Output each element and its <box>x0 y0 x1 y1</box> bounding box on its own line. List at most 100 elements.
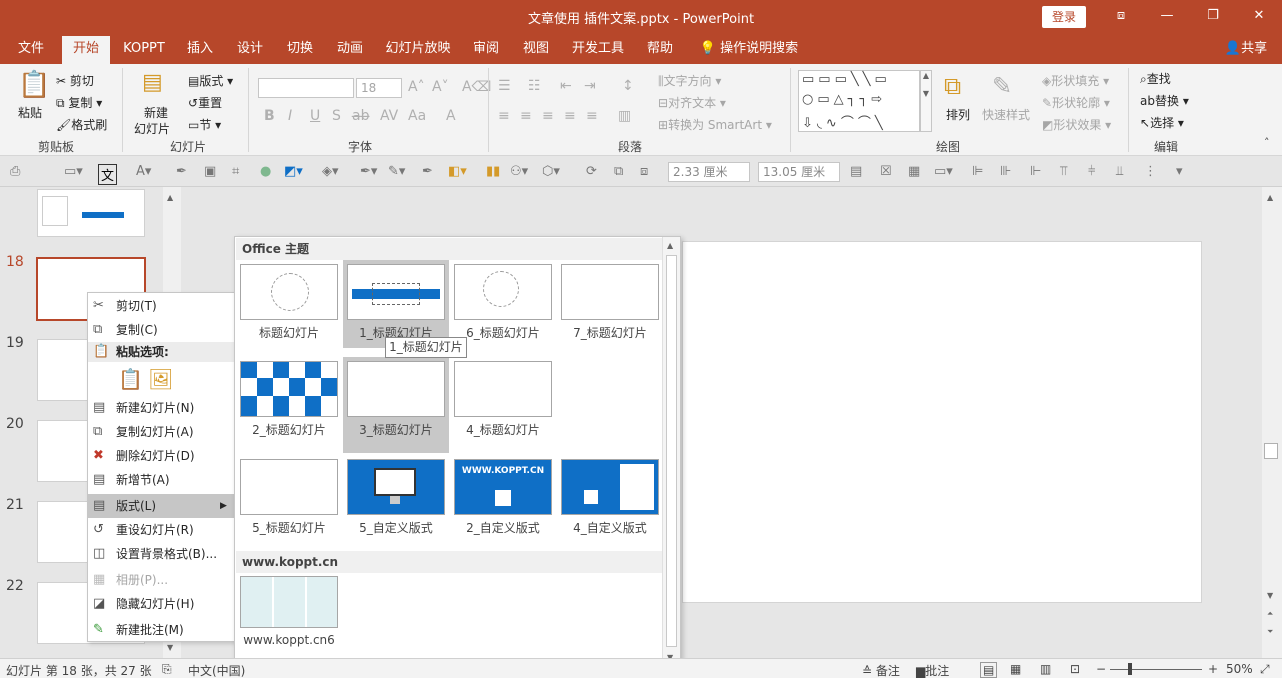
delete-box-icon[interactable]: ☒ <box>880 164 892 179</box>
tab-review[interactable]: 审阅 <box>464 34 508 64</box>
align-middle-icon[interactable]: ⫩ <box>1088 164 1095 179</box>
next-slide-icon[interactable]: ⏷ <box>1267 627 1273 637</box>
group-icon[interactable]: ⚇▾ <box>510 164 528 179</box>
shape-fill-button[interactable]: ◈形状填充 ▾ <box>1042 72 1109 89</box>
rotate-icon[interactable]: ⟳ <box>586 164 597 179</box>
tab-view[interactable]: 视图 <box>514 34 558 64</box>
scroll-down-icon[interactable]: ▼ <box>167 643 173 652</box>
align-bottom-icon[interactable]: ⫫ <box>1116 164 1123 179</box>
bullets-icon[interactable]: ☰ <box>498 78 511 94</box>
layout-7-title-slide[interactable]: 7_标题幻灯片 <box>557 260 663 348</box>
align-right-icon[interactable]: ≡ <box>542 108 554 124</box>
tab-design[interactable]: 设计 <box>228 34 272 64</box>
highlight-icon[interactable]: ✎▾ <box>388 164 405 179</box>
section-button[interactable]: ▭节 ▾ <box>188 116 221 133</box>
restore-icon[interactable]: ❐ <box>1190 0 1236 34</box>
reading-view-icon[interactable]: ▥ <box>1040 662 1051 676</box>
paint-bucket-icon[interactable]: ◈▾ <box>322 164 339 179</box>
clear-format-icon[interactable]: A⌫ <box>462 79 491 95</box>
menu-item-delete-slide[interactable]: ✖ 删除幻灯片(D) <box>88 444 238 468</box>
normal-view-icon[interactable]: ▤ <box>980 662 998 678</box>
bring-forward-icon[interactable]: ⧉ <box>614 164 623 179</box>
new-slide-button-line1[interactable]: 新建 <box>144 104 168 121</box>
layout-button[interactable]: ▤版式 ▾ <box>188 72 233 89</box>
layout-1-title-slide[interactable]: 1_标题幻灯片 <box>343 260 449 348</box>
canvas-scroll-down-icon[interactable]: ▼ <box>1267 591 1273 600</box>
copy-button[interactable]: ⧉ 复制 ▾ <box>56 94 102 111</box>
menu-item-format-background[interactable]: ◫ 设置背景格式(B)... <box>88 542 238 566</box>
tab-file[interactable]: 文件 <box>8 34 54 64</box>
shape-outline-button[interactable]: ✎形状轮廓 ▾ <box>1042 94 1110 111</box>
grow-font-icon[interactable]: A˄ <box>408 79 425 95</box>
tab-transitions[interactable]: 切换 <box>278 34 322 64</box>
layout-4-custom[interactable]: 4_自定义版式 <box>557 455 663 543</box>
tab-koppt[interactable]: KOPPT <box>116 34 172 64</box>
align-text-button[interactable]: ⊟对齐文本 ▾ <box>658 94 726 111</box>
send-back-icon[interactable]: ⧈ <box>640 164 648 179</box>
gallery-scroll-up-icon[interactable]: ▲ <box>667 241 673 250</box>
shape-merge-icon[interactable]: ⬡▾ <box>542 164 560 179</box>
align-right2-icon[interactable]: ⊩ <box>1030 164 1041 179</box>
menu-item-reset-slide[interactable]: ↺ 重设幻灯片(R) <box>88 518 238 542</box>
align-center-icon[interactable]: ≡ <box>520 108 532 124</box>
shape-height-field[interactable]: 13.05 厘米 <box>758 162 840 182</box>
shape-width-field[interactable]: 2.33 厘米 <box>668 162 750 182</box>
pen-icon[interactable]: ✒▾ <box>360 164 377 179</box>
share-button[interactable]: 👤共享 <box>1216 34 1276 64</box>
layout-2-custom[interactable]: WWW.KOPPT.CN 2_自定义版式 <box>450 455 556 543</box>
canvas-scroll-up-icon[interactable]: ▲ <box>1267 193 1273 202</box>
layout-title-slide[interactable]: 标题幻灯片 <box>236 260 342 348</box>
strikethrough-icon[interactable]: a̶b̶ <box>352 108 369 124</box>
vertical-text-icon[interactable]: 文 <box>98 164 118 185</box>
arrange-icon[interactable]: ⧉ <box>944 72 961 100</box>
minimize-icon[interactable]: — <box>1144 0 1190 34</box>
font-size-field[interactable]: 18 <box>356 78 402 98</box>
notes-button[interactable]: ≙ 备注 <box>862 662 900 678</box>
slideshow-icon[interactable]: ⊡ <box>1070 662 1080 676</box>
tab-insert[interactable]: 插入 <box>178 34 222 64</box>
language-indicator[interactable]: 中文(中国) <box>188 662 245 678</box>
close-icon[interactable]: ✕ <box>1236 0 1282 34</box>
tab-home[interactable]: 开始 <box>62 34 110 64</box>
eyedropper2-icon[interactable]: ✒ <box>422 164 433 179</box>
comments-button[interactable]: ▆批注 <box>916 662 949 678</box>
select-button[interactable]: ↖选择 ▾ <box>1140 114 1184 131</box>
menu-item-new-slide[interactable]: ▤ 新建幻灯片(N) <box>88 396 238 420</box>
zoom-in-icon[interactable]: + <box>1208 662 1218 676</box>
quick-styles-button[interactable]: 快速样式 <box>982 106 1030 123</box>
columns-icon[interactable]: ▥ <box>618 108 631 124</box>
menu-item-cut[interactable]: ✂ 剪切(T) <box>88 294 238 318</box>
tab-developer[interactable]: 开发工具 <box>566 34 630 64</box>
replace-button[interactable]: ab替换 ▾ <box>1140 92 1189 109</box>
menu-item-new-comment[interactable]: ✎ 新建批注(M) <box>88 618 238 642</box>
eyedropper-icon[interactable]: ✒ <box>176 164 187 179</box>
grid-icon[interactable]: ▦ <box>908 164 920 179</box>
layout-koppt-6[interactable]: www.koppt.cn6 <box>236 573 342 661</box>
justify-icon[interactable]: ≡ <box>564 108 576 124</box>
frame-icon[interactable]: ▭▾ <box>934 164 953 179</box>
arrange-button[interactable]: 排列 <box>946 106 970 123</box>
gallery-scrollbar[interactable]: ▲ ▼ <box>662 237 680 667</box>
font-a-icon[interactable]: A▾ <box>136 164 151 179</box>
line-spacing-icon[interactable]: ↕ <box>622 78 634 94</box>
scroll-up-icon[interactable]: ▲ <box>167 193 173 202</box>
zoom-level[interactable]: 50% <box>1226 662 1253 676</box>
canvas-scrollbar[interactable]: ▲ ▼ ⏶ ⏷ <box>1262 187 1282 658</box>
crop-icon[interactable]: ⌗ <box>232 164 239 179</box>
customize-toolbar-icon[interactable]: ▾ <box>1176 164 1183 179</box>
reset-button[interactable]: ↺重置 <box>188 94 222 111</box>
tab-slideshow[interactable]: 幻灯片放映 <box>380 34 456 64</box>
circle-icon[interactable]: ● <box>260 164 271 179</box>
format-painter-button[interactable]: 🖌格式刷 <box>56 116 107 133</box>
fit-slide-icon[interactable]: ⤢ <box>1260 662 1270 677</box>
font-name-field[interactable] <box>258 78 354 98</box>
shape-effects-button[interactable]: ◩形状效果 ▾ <box>1042 116 1111 133</box>
gallery-scroll-thumb[interactable] <box>666 255 677 647</box>
zoom-slider-thumb[interactable] <box>1128 663 1132 675</box>
align-left2-icon[interactable]: ⊫ <box>972 164 983 179</box>
alt-text-icon[interactable]: ▤ <box>850 164 862 179</box>
layout-3-title-slide[interactable]: 3_标题幻灯片 <box>343 357 449 453</box>
smartart-button[interactable]: ⊞转换为 SmartArt ▾ <box>658 116 772 133</box>
tab-animations[interactable]: 动画 <box>328 34 372 64</box>
new-slide-button-line2[interactable]: 幻灯片 <box>134 120 170 137</box>
